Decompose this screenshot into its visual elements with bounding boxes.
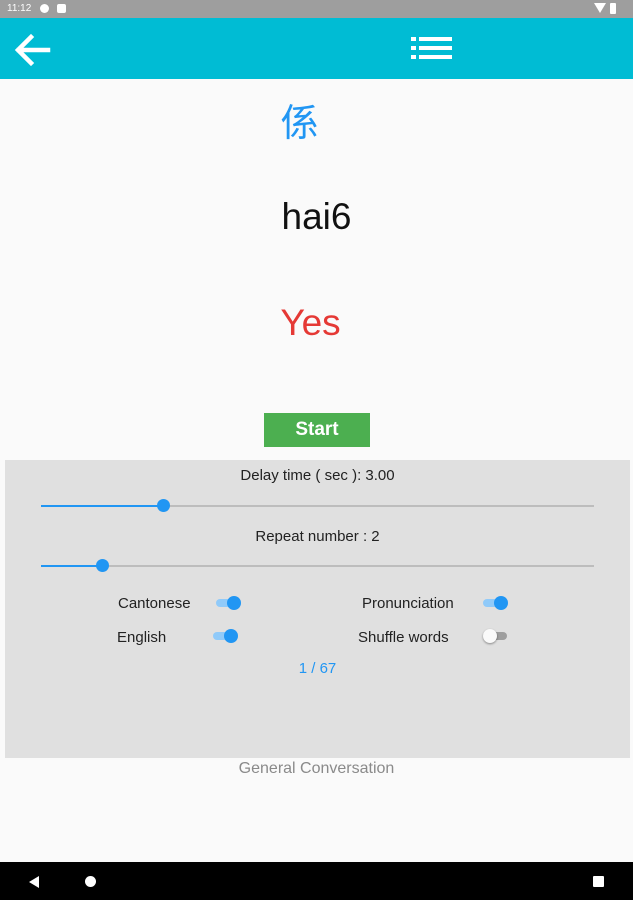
word-counter: 1 / 67: [298, 660, 337, 677]
back-button[interactable]: [12, 30, 52, 70]
category-title: General Conversation: [238, 760, 395, 777]
slider-thumb[interactable]: [156, 499, 170, 512]
start-button[interactable]: Start: [264, 413, 370, 447]
sync-icon: [40, 4, 49, 13]
slider-fill: [41, 505, 163, 507]
status-time: 11:12: [7, 3, 32, 14]
shuffle-words-label: Shuffle words: [358, 629, 449, 646]
wifi-icon: [594, 3, 606, 13]
slider-track: [41, 565, 594, 567]
arrow-left-icon: [14, 33, 51, 67]
jyutping-pronunciation: hai6: [281, 196, 352, 237]
sd-card-icon: [57, 4, 66, 13]
settings-panel: Delay time ( sec ): 3.00 Repeat number :…: [5, 460, 630, 758]
status-bar: 11:12: [0, 0, 633, 18]
nav-recents-icon[interactable]: [593, 876, 604, 887]
shuffle-words-toggle[interactable]: [483, 629, 509, 643]
list-icon: [411, 37, 452, 59]
slider-thumb[interactable]: [95, 559, 109, 572]
delay-time-slider[interactable]: [41, 499, 594, 513]
repeat-number-slider[interactable]: [41, 559, 594, 573]
cantonese-label: Cantonese: [118, 595, 191, 612]
word-list-button[interactable]: [409, 31, 455, 67]
toggle-knob: [483, 629, 497, 643]
cantonese-toggle[interactable]: [216, 596, 242, 610]
english-meaning: Yes: [280, 302, 341, 343]
pronunciation-label: Pronunciation: [362, 595, 454, 612]
english-toggle[interactable]: [213, 629, 239, 643]
battery-icon: [610, 3, 616, 14]
slider-fill: [41, 565, 102, 567]
system-nav-bar: [0, 862, 633, 900]
delay-time-label: Delay time ( sec ): 3.00: [240, 467, 395, 484]
toggle-knob: [224, 629, 238, 643]
repeat-number-label: Repeat number : 2: [255, 528, 380, 545]
chinese-character: 係: [280, 101, 319, 145]
nav-home-icon[interactable]: [85, 876, 96, 887]
english-label: English: [117, 629, 167, 646]
nav-back-icon[interactable]: [29, 876, 39, 888]
app-toolbar: [0, 18, 633, 79]
toggle-knob: [494, 596, 508, 610]
toggle-knob: [227, 596, 241, 610]
pronunciation-toggle[interactable]: [483, 596, 509, 610]
